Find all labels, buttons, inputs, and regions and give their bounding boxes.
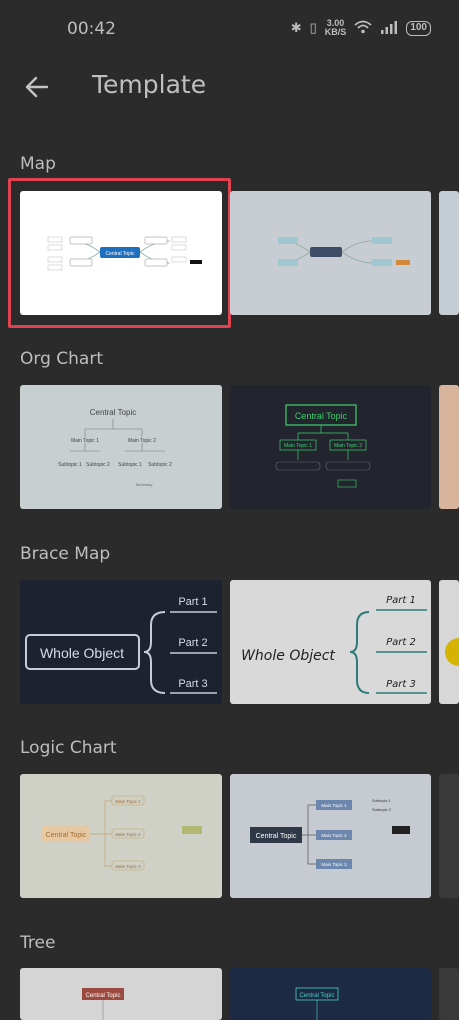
section-title-map: Map [20,154,56,174]
svg-text:Main Topic 2: Main Topic 2 [334,443,362,449]
logic-thumbnail: Central Topic Main Topic 1 Main Topic 2 … [42,795,202,871]
svg-text:Part 1: Part 1 [178,596,207,608]
template-card-org-1[interactable]: Central Topic Main Topic 1 Main Topic 2 … [20,385,222,509]
section-title-logic-chart: Logic Chart [20,738,117,758]
page-title: Template [92,70,207,99]
template-card-brace-3[interactable] [439,580,459,704]
svg-text:Subtopic 2: Subtopic 2 [372,807,392,812]
template-card-brace-1[interactable]: Whole Object Part 1 Part 2 Part 3 [20,580,222,704]
vibrate-icon: ▯ [309,20,317,35]
svg-text:Central Topic: Central Topic [256,833,297,840]
svg-text:Main Topic 1: Main Topic 1 [321,803,347,808]
arrow-left-icon [25,76,49,98]
svg-text:Central Topic: Central Topic [295,411,348,421]
svg-text:Whole Object: Whole Object [241,648,335,664]
network-speed: 3.00 KB/S [324,18,347,37]
org-thumbnail: Central Topic Main Topic 1 Main Topic 2 … [58,408,172,487]
svg-text:Part 2: Part 2 [178,637,207,649]
svg-text:Main Topic 1: Main Topic 1 [284,443,312,449]
tree-thumbnail: Central Topic [82,988,124,1020]
svg-text:Central Topic: Central Topic [86,993,121,999]
signal-icon [380,20,398,37]
svg-text:Subtopic 1: Subtopic 1 [58,462,82,468]
svg-text:Central Topic: Central Topic [90,408,137,417]
svg-text:Main Topic 1: Main Topic 1 [71,438,99,444]
template-card-org-2[interactable]: Central Topic Main Topic 1 Main Topic 2 [230,385,431,509]
brace-thumbnail-2: Whole Object Part 1 Part 2 Part 3 [241,595,427,694]
brace-thumbnail: Whole Object Part 1 Part 2 Part 3 [25,596,217,694]
template-card-tree-2[interactable]: Central Topic [230,968,431,1020]
status-bar: 00:42 ✱ ▯ 3.00 KB/S 100 [0,0,459,58]
app-bar: Template [0,58,459,118]
status-time: 00:42 [67,19,116,39]
svg-text:Main Topic 1: Main Topic 1 [115,799,141,804]
template-card-logic-1[interactable]: Central Topic Main Topic 1 Main Topic 2 … [20,774,222,898]
svg-text:Subtopic 2: Subtopic 2 [148,462,172,468]
template-card-org-3[interactable] [439,385,459,509]
map-thumbnail-2 [278,237,410,266]
section-title-tree: Tree [20,933,56,953]
template-card-logic-3[interactable] [439,774,459,898]
logic-thumbnail-2: Central Topic Main Topic 1 Main Topic 2 … [250,798,410,869]
svg-text:Part 3: Part 3 [386,679,416,690]
wifi-icon [354,20,372,37]
section-title-org-chart: Org Chart [20,349,103,369]
svg-text:Main Topic 2: Main Topic 2 [115,832,141,837]
svg-text:Subtopic 1: Subtopic 1 [118,462,142,468]
svg-text:Subtopic 2: Subtopic 2 [86,462,110,468]
template-card-brace-2[interactable]: Whole Object Part 1 Part 2 Part 3 [230,580,431,704]
back-button[interactable] [20,70,54,104]
svg-text:Main Topic 2: Main Topic 2 [128,438,156,444]
template-card-map-3[interactable] [439,191,459,315]
section-title-brace-map: Brace Map [20,544,111,564]
svg-text:Part 2: Part 2 [386,637,416,648]
svg-text:Main Topic 3: Main Topic 3 [321,862,347,867]
brace-whole-label: Whole Object [40,645,124,661]
battery-indicator: 100 [406,20,431,36]
template-card-tree-3[interactable] [439,968,459,1020]
svg-text:Subtopic 1: Subtopic 1 [372,798,392,803]
template-card-map-2[interactable] [230,191,431,315]
tree-thumbnail-2: Central Topic [295,987,339,1020]
template-card-tree-1[interactable]: Central Topic [20,968,222,1020]
org-thumbnail-2: Central Topic Main Topic 1 Main Topic 2 [275,404,371,488]
svg-text:Central Topic: Central Topic [46,832,87,839]
template-card-logic-2[interactable]: Central Topic Main Topic 1 Main Topic 2 … [230,774,431,898]
status-icons: ✱ ▯ 3.00 KB/S 100 [291,19,431,37]
svg-text:Central Topic: Central Topic [300,993,335,999]
svg-text:Part 3: Part 3 [178,678,207,690]
svg-text:Main Topic 2: Main Topic 2 [321,833,347,838]
selection-highlight [8,178,231,328]
svg-text:Part 1: Part 1 [386,595,416,606]
bluetooth-icon: ✱ [290,20,302,35]
svg-text:Main Topic 3: Main Topic 3 [115,864,141,869]
svg-text:Summary: Summary [135,482,152,487]
